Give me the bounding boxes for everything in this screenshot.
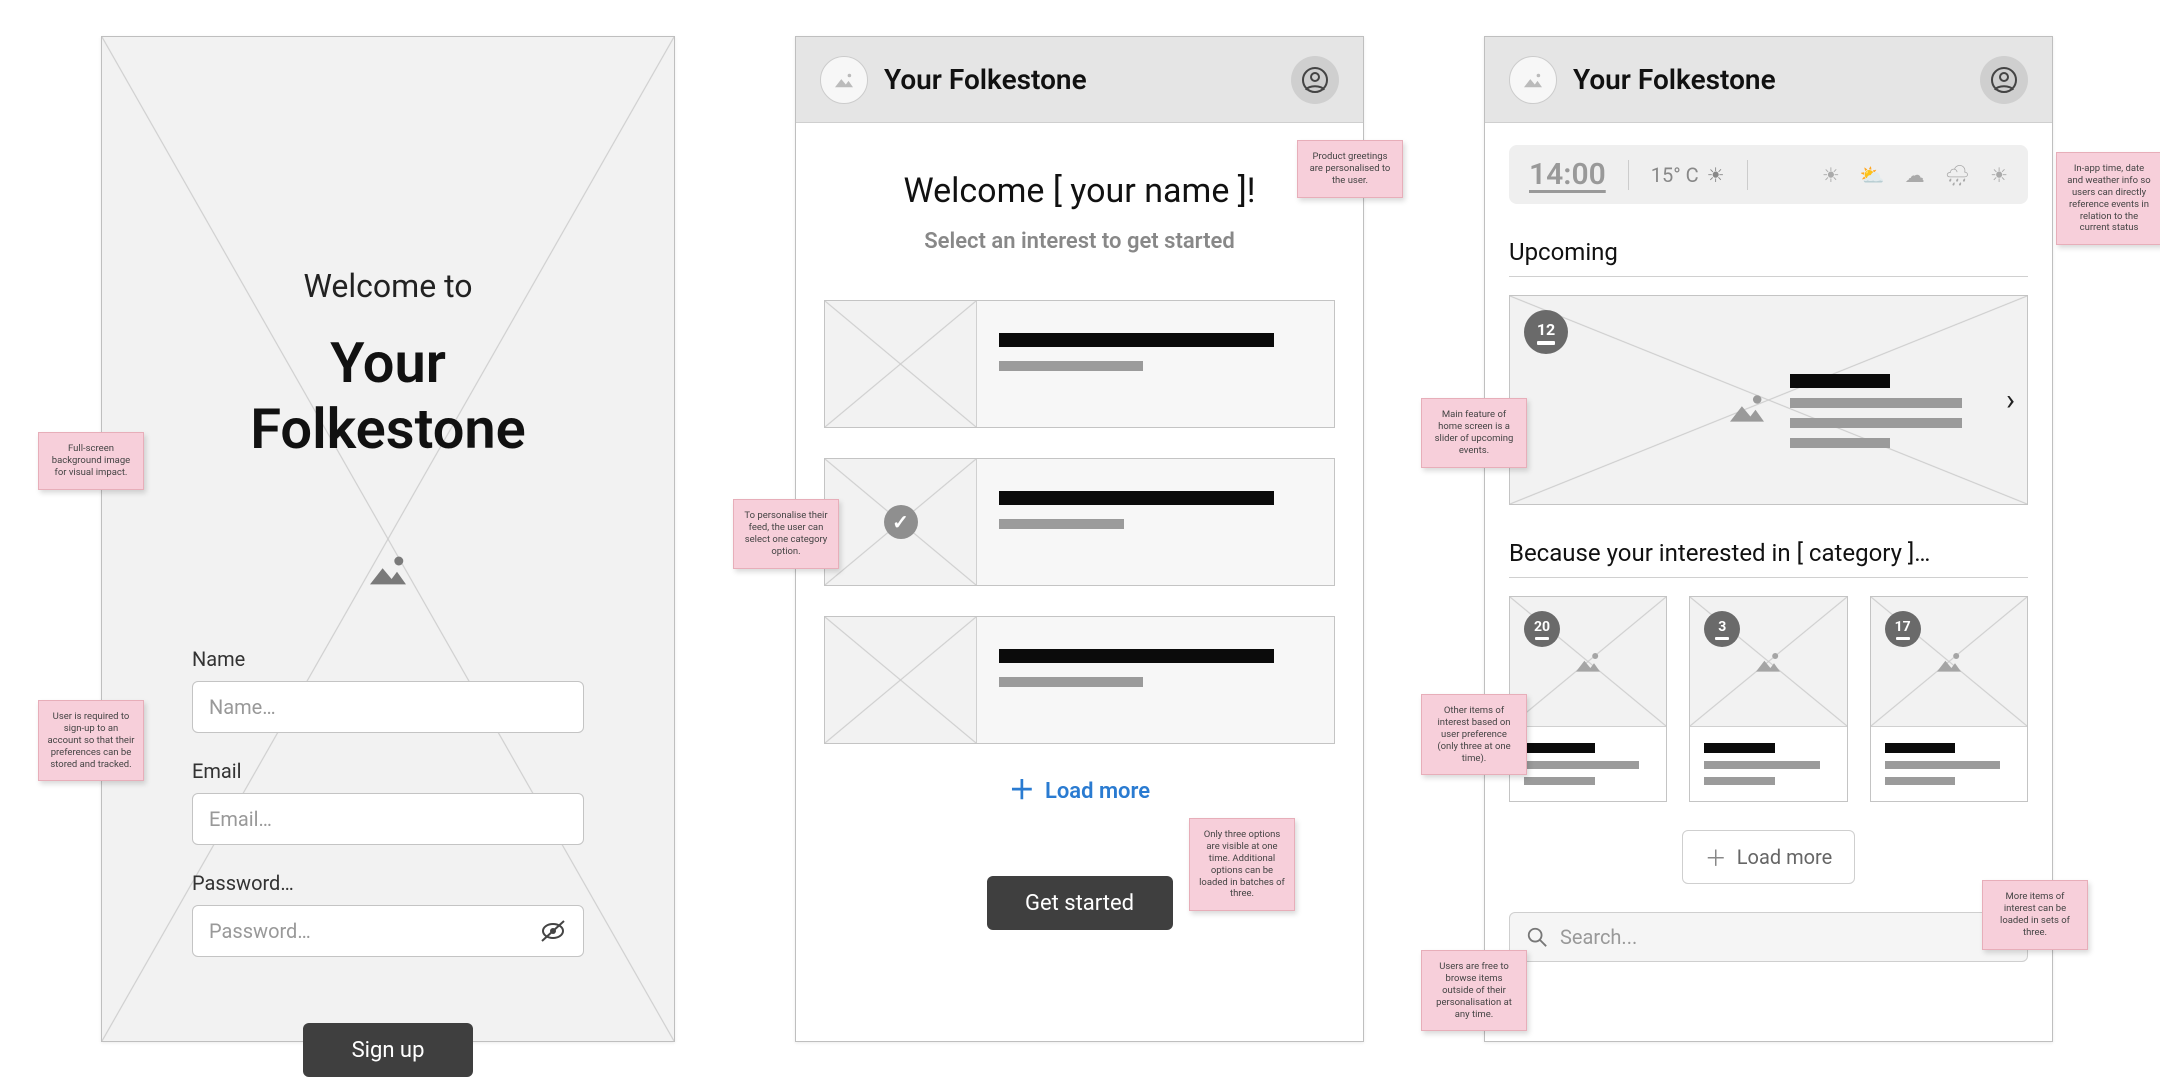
signup-frame: Welcome to Your Folkestone Name Name… Em…	[101, 36, 675, 1042]
signup-button[interactable]: Sign up	[303, 1023, 473, 1077]
interest-thumb-selected	[825, 459, 977, 585]
sticky-note: Main feature of home screen is a slider …	[1421, 398, 1527, 468]
sticky-note: Only three options are visible at one ti…	[1189, 818, 1295, 911]
hero-text	[1790, 374, 1971, 448]
sticky-note: In-app time, date and weather info so us…	[2056, 152, 2160, 245]
weather-sun-icon: ☀	[1990, 163, 2008, 187]
password-placeholder: Password…	[209, 919, 311, 943]
sticky-note: More items of interest can be loaded in …	[1982, 880, 2088, 950]
password-label: Password…	[192, 871, 584, 895]
email-placeholder: Email…	[209, 807, 272, 831]
name-input[interactable]: Name…	[192, 681, 584, 733]
interest-thumb	[825, 617, 977, 743]
weather-partly-cloudy-icon: ⛅	[1860, 163, 1885, 187]
upcoming-title: Upcoming	[1509, 238, 2028, 266]
interest-tiles: 20 3	[1509, 596, 2028, 802]
chevron-right-icon[interactable]: ›	[2006, 383, 2015, 418]
date-badge: 3	[1704, 611, 1740, 647]
name-label: Name	[192, 647, 584, 671]
sticky-note: Other items of interest based on user pr…	[1421, 694, 1527, 775]
search-input[interactable]: Search...	[1509, 912, 2028, 962]
interest-card[interactable]	[824, 616, 1335, 744]
sun-icon: ☀	[1707, 163, 1725, 187]
sticky-note: Users are free to browse items outside o…	[1421, 950, 1527, 1031]
email-label: Email	[192, 759, 584, 783]
image-icon	[1725, 391, 1769, 429]
date-badge: 12	[1524, 310, 1568, 354]
sticky-note: Full-screen background image for visual …	[38, 432, 144, 490]
header: Your Folkestone	[1485, 37, 2052, 123]
search-placeholder: Search...	[1560, 925, 1637, 949]
forecast-row: ☀ ⛅ ☁ 🌧 ☀	[1822, 163, 2008, 187]
user-avatar-button[interactable]	[1291, 56, 1339, 104]
plus-icon: ＋	[1009, 778, 1035, 804]
logo-placeholder	[820, 56, 868, 104]
signup-form: Name Name… Email Email… Password… Passwo…	[192, 647, 584, 1077]
interest-list	[824, 300, 1335, 744]
user-avatar-button[interactable]	[1980, 56, 2028, 104]
password-input[interactable]: Password…	[192, 905, 584, 957]
load-more-button[interactable]: ＋ Load more	[1682, 830, 1855, 884]
load-more-button[interactable]: ＋ Load more	[1009, 778, 1150, 804]
app-title: Your Folkestone	[192, 330, 584, 462]
eye-off-icon[interactable]	[539, 919, 567, 943]
tile[interactable]: 17	[1870, 596, 2028, 802]
interest-thumb	[825, 301, 977, 427]
welcome-label: Welcome to	[303, 267, 472, 305]
email-input[interactable]: Email…	[192, 793, 584, 845]
sticky-note: User is required to sign-up to an accoun…	[38, 700, 144, 781]
because-title: Because your interested in [ category ]…	[1509, 539, 2028, 567]
date-badge: 20	[1524, 611, 1560, 647]
image-icon	[1934, 650, 1964, 674]
home-frame: Your Folkestone 14:00 15° C ☀ ☀ ⛅ ☁ 🌧 ☀ …	[1484, 36, 2053, 1042]
status-time: 14:00	[1529, 157, 1606, 192]
date-badge: 17	[1885, 611, 1921, 647]
name-placeholder: Name…	[209, 695, 276, 719]
image-icon	[365, 552, 411, 592]
status-temp: 15° C ☀	[1651, 163, 1725, 187]
weather-rain-icon: 🌧	[1945, 163, 1970, 187]
image-icon	[1753, 650, 1783, 674]
sticky-note: Product greetings are personalised to th…	[1297, 140, 1403, 198]
search-icon	[1526, 926, 1548, 948]
load-more-label: Load more	[1737, 845, 1832, 869]
plus-icon: ＋	[1705, 841, 1727, 873]
welcome-user: Welcome [ your name ]!	[903, 171, 1255, 211]
sticky-note: To personalise their feed, the user can …	[733, 499, 839, 569]
upcoming-hero-card[interactable]: 12 ›	[1509, 295, 2028, 505]
get-started-button[interactable]: Get started	[987, 876, 1173, 930]
header-title: Your Folkestone	[1573, 63, 1776, 96]
tile[interactable]: 20	[1509, 596, 1667, 802]
logo-placeholder	[1509, 56, 1557, 104]
interest-card[interactable]	[824, 300, 1335, 428]
header-title: Your Folkestone	[884, 63, 1087, 96]
status-bar: 14:00 15° C ☀ ☀ ⛅ ☁ 🌧 ☀	[1509, 145, 2028, 204]
weather-cloud-icon: ☁	[1905, 163, 1925, 187]
weather-sun-icon: ☀	[1822, 163, 1840, 187]
image-icon	[1573, 650, 1603, 674]
interest-card-selected[interactable]	[824, 458, 1335, 586]
header: Your Folkestone	[796, 37, 1363, 123]
select-interest-subtitle: Select an interest to get started	[924, 229, 1235, 254]
tile[interactable]: 3	[1689, 596, 1847, 802]
load-more-label: Load more	[1045, 779, 1150, 804]
